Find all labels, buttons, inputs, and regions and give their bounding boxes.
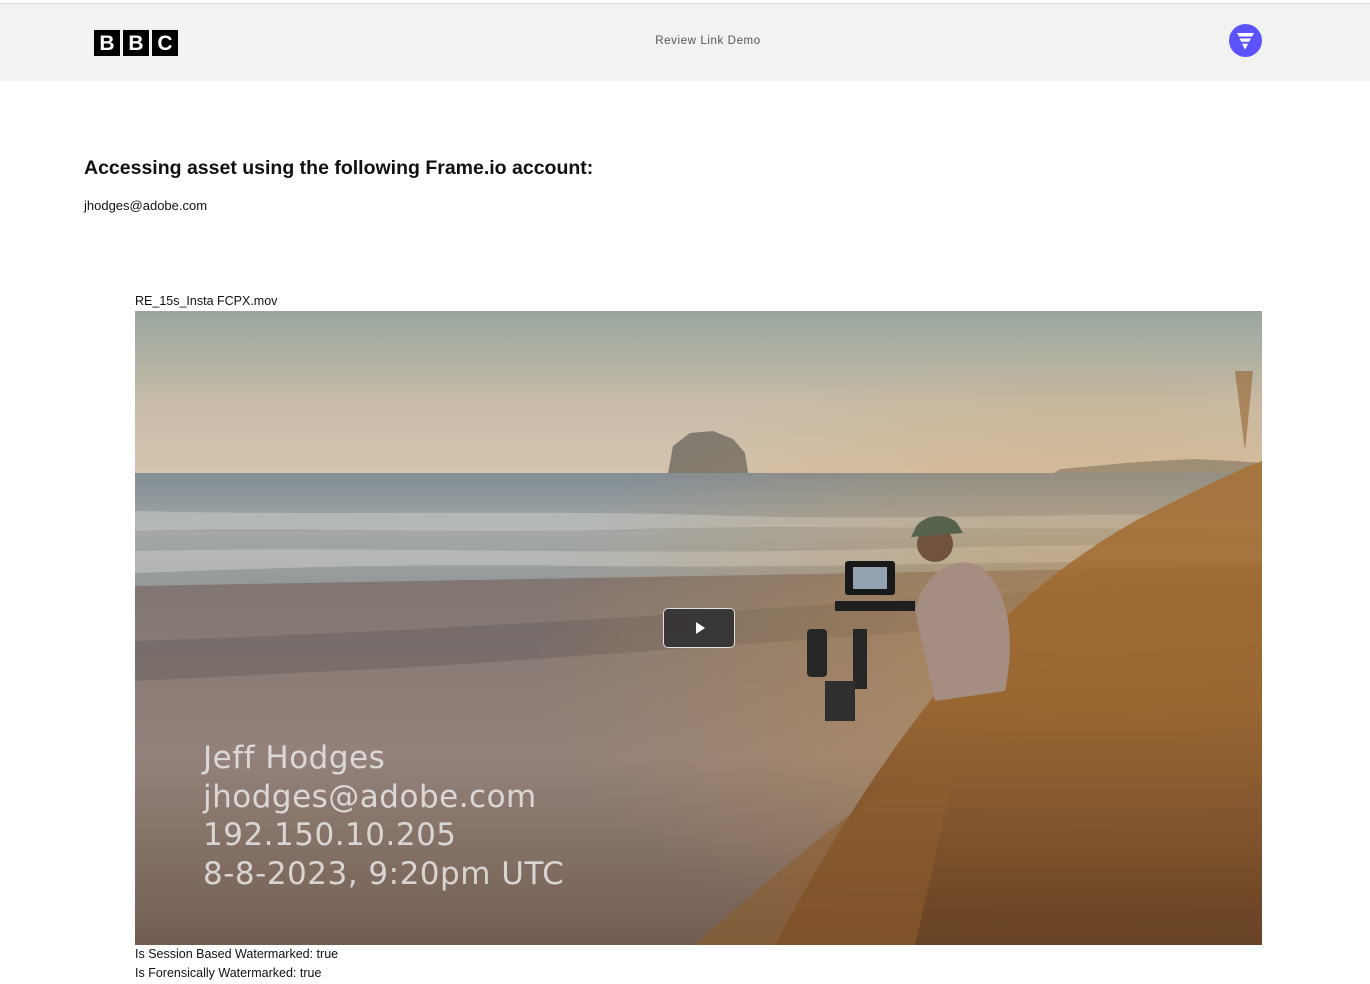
play-icon — [695, 622, 705, 634]
watermark-line: 8-8-2023, 9:20pm UTC — [203, 855, 565, 892]
watermark-line: 192.150.10.205 — [203, 817, 457, 853]
frameio-logo-icon[interactable] — [1229, 24, 1262, 57]
watermark-line: Jeff Hodges — [203, 740, 386, 776]
watermark-line: jhodges@adobe.com — [203, 778, 537, 815]
header-title: Review Link Demo — [655, 35, 761, 47]
asset-filename: RE_15s_Insta FCPX.mov — [135, 294, 278, 308]
top-header: B B C Review Link Demo — [0, 4, 1370, 81]
page-heading: Accessing asset using the following Fram… — [84, 157, 594, 179]
video-player[interactable]: Jeff Hodges jhodges@adobe.com 192.150.10… — [135, 311, 1262, 945]
account-email: jhodges@adobe.com — [84, 198, 208, 213]
session-watermark-status: Is Session Based Watermarked: true — [135, 947, 339, 961]
video-watermark: Jeff Hodges jhodges@adobe.com 192.150.10… — [203, 739, 564, 893]
forensic-watermark-status: Is Forensically Watermarked: true — [135, 966, 322, 980]
play-button[interactable] — [663, 608, 735, 648]
